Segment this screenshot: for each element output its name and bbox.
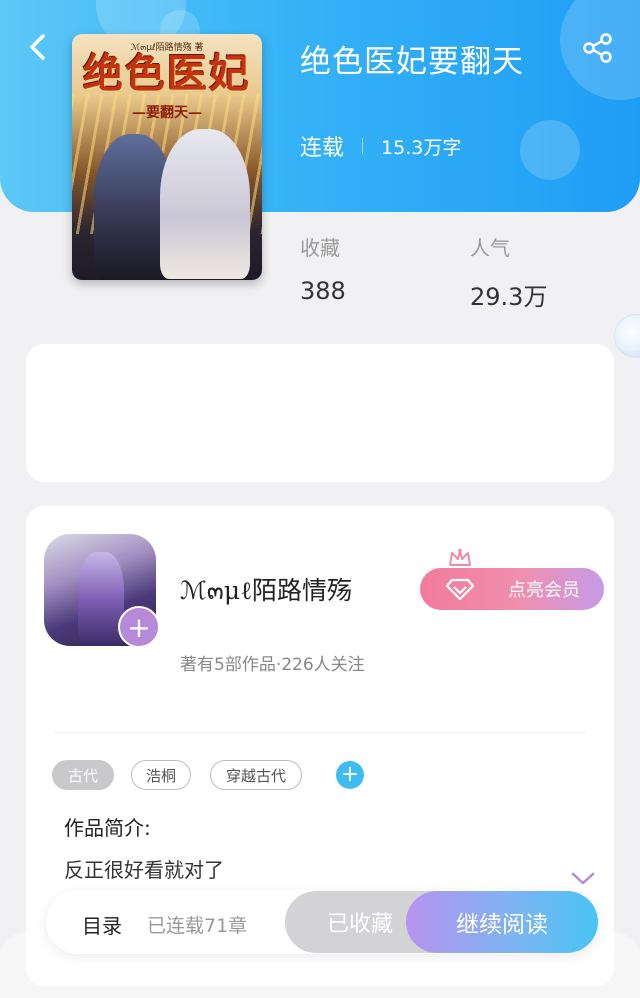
follow-author-button[interactable]: +	[118, 606, 160, 648]
back-button[interactable]	[22, 30, 52, 64]
popularity-stat: 人气 29.3万	[470, 232, 547, 312]
collected-button-label: 已收藏	[326, 912, 393, 937]
word-count: 15.3万字	[381, 136, 462, 159]
floating-assistant-button[interactable]	[614, 314, 640, 358]
activate-vip-button[interactable]: 点亮会员	[420, 568, 604, 610]
favorites-label: 收藏	[300, 236, 340, 260]
intro-label: 作品简介:	[64, 816, 151, 840]
card-divider	[54, 732, 586, 733]
vip-button-label: 点亮会员	[508, 580, 580, 601]
share-icon	[583, 33, 612, 63]
chapter-count: 已连载71章	[147, 915, 248, 937]
book-status-row: 连载 15.3万字	[300, 130, 461, 162]
popularity-label: 人气	[470, 236, 510, 260]
status-divider	[362, 138, 364, 154]
intro-text: 反正很好看就对了	[64, 858, 224, 882]
tag-item[interactable]: 古代	[52, 760, 114, 790]
diamond-icon	[446, 578, 474, 600]
add-tag-button[interactable]: +	[336, 761, 364, 789]
chevron-down-icon[interactable]	[570, 870, 596, 888]
avatar-figure	[78, 552, 124, 646]
book-title: 绝色医妃要翻天	[300, 44, 524, 80]
author-name[interactable]: ℳ๓μℓ陌路情殇	[180, 571, 352, 611]
favorites-stat: 收藏 388	[300, 232, 346, 305]
tag-item[interactable]: 浩桐	[131, 760, 191, 790]
author-meta: 著有5部作品·226人关注	[180, 655, 365, 675]
cover-title: 绝色医妃	[83, 50, 251, 97]
table-of-contents-button[interactable]: 目录	[82, 910, 122, 939]
tag-item[interactable]: 穿越古代	[210, 760, 302, 790]
crown-icon	[449, 548, 471, 566]
continue-reading-button[interactable]: 继续阅读	[406, 891, 598, 953]
continue-reading-label: 继续阅读	[456, 912, 548, 938]
share-button[interactable]	[578, 30, 618, 66]
blank-card	[26, 344, 614, 482]
cover-figure-girl	[160, 129, 250, 279]
favorites-value: 388	[300, 277, 346, 305]
popularity-value: 29.3万	[470, 283, 548, 311]
serial-status: 连载	[300, 136, 345, 161]
cover-subtitle: —要翻天—	[132, 105, 202, 121]
chevron-left-icon	[30, 34, 45, 60]
book-cover[interactable]: ℳ๓μℓ陌路情殇 著 绝色医妃 —要翻天—	[72, 34, 262, 280]
